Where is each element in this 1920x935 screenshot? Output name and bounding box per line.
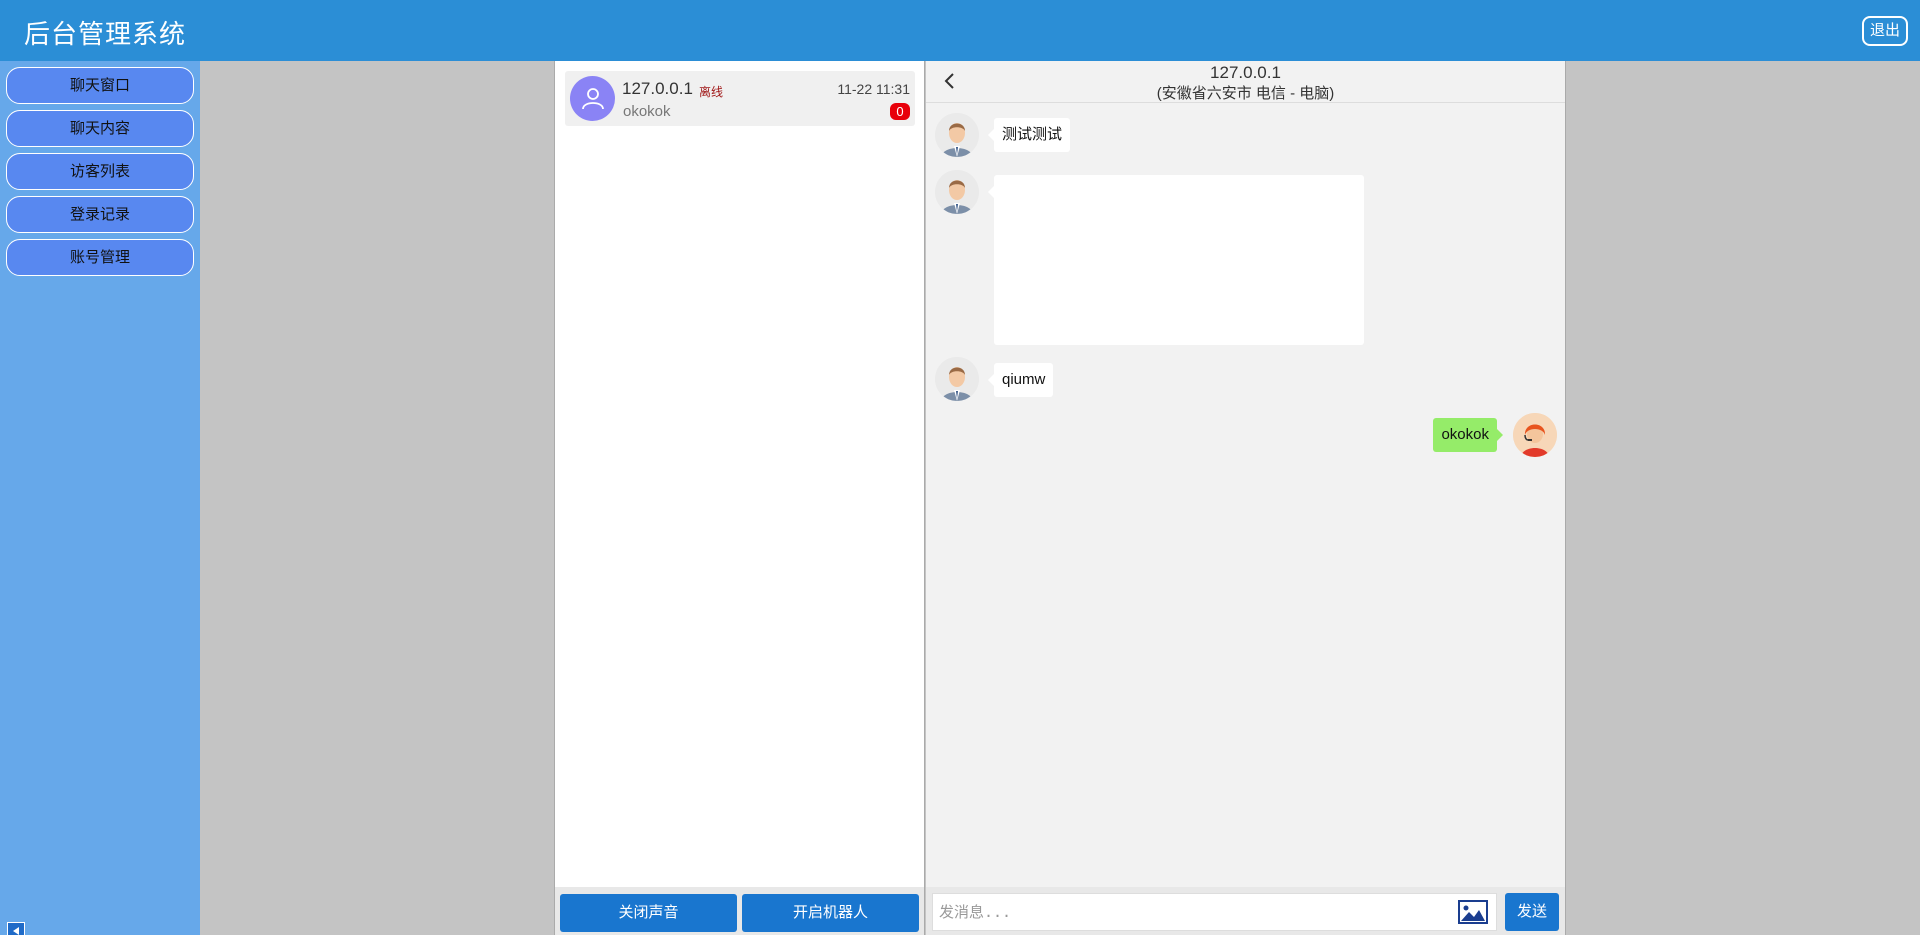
- conversation-item[interactable]: 127.0.0.1 离线 11-22 11:31 okokok 0: [565, 71, 915, 126]
- sidebar-item-account-management[interactable]: 账号管理: [6, 239, 194, 276]
- app-title: 后台管理系统: [24, 19, 187, 49]
- conversation-ip: 127.0.0.1: [622, 79, 693, 98]
- visitor-avatar-icon: [935, 357, 979, 401]
- chat-panel: 127.0.0.1 (安徽省六安市 电信 - 电脑) 测试测试 qiumw ok…: [926, 61, 1566, 935]
- visitor-avatar-icon: [570, 76, 615, 121]
- chat-visitor-location: (安徽省六安市 电信 - 电脑): [1156, 85, 1335, 102]
- toggle-sound-button[interactable]: 关闭声音: [560, 894, 737, 932]
- top-header: 后台管理系统 退出: [0, 0, 1920, 61]
- send-button[interactable]: 发送: [1505, 893, 1559, 931]
- collapse-sidebar-icon[interactable]: [7, 922, 25, 935]
- sidebar-item-chat-content[interactable]: 聊天内容: [6, 110, 194, 147]
- visitor-list-footer: 关闭声音 开启机器人: [555, 887, 924, 935]
- visitor-avatar-icon: [935, 113, 979, 157]
- message-input[interactable]: [932, 893, 1497, 931]
- message-bubble: qiumw: [987, 363, 1054, 397]
- sidebar-item-chat-window[interactable]: 聊天窗口: [6, 67, 194, 104]
- message-bubble: 测试测试: [987, 118, 1071, 152]
- unread-badge: 0: [890, 103, 910, 120]
- sidebar-item-visitor-list[interactable]: 访客列表: [6, 153, 194, 190]
- chat-visitor-ip: 127.0.0.1: [1210, 63, 1281, 82]
- image-message[interactable]: [988, 175, 1364, 345]
- image-upload-icon[interactable]: [1458, 900, 1488, 924]
- agent-avatar-icon: [1513, 413, 1557, 457]
- conversation-preview: okokok: [623, 103, 671, 120]
- visitor-list-panel: 127.0.0.1 离线 11-22 11:31 okokok 0 关闭声音 开…: [554, 61, 925, 935]
- sidebar: 聊天窗口 聊天内容 访客列表 登录记录 账号管理: [0, 61, 200, 935]
- agent-message-bubble: okokok: [1433, 418, 1503, 452]
- visitor-avatar-icon: [935, 170, 979, 214]
- logout-button[interactable]: 退出: [1862, 16, 1908, 46]
- toggle-robot-button[interactable]: 开启机器人: [742, 894, 919, 932]
- chat-header: 127.0.0.1 (安徽省六安市 电信 - 电脑): [926, 61, 1565, 103]
- conversation-time: 11-22 11:31: [837, 81, 910, 97]
- chat-input-bar: 发送: [926, 887, 1565, 935]
- conversation-status: 离线: [699, 85, 724, 99]
- sidebar-item-login-records[interactable]: 登录记录: [6, 196, 194, 233]
